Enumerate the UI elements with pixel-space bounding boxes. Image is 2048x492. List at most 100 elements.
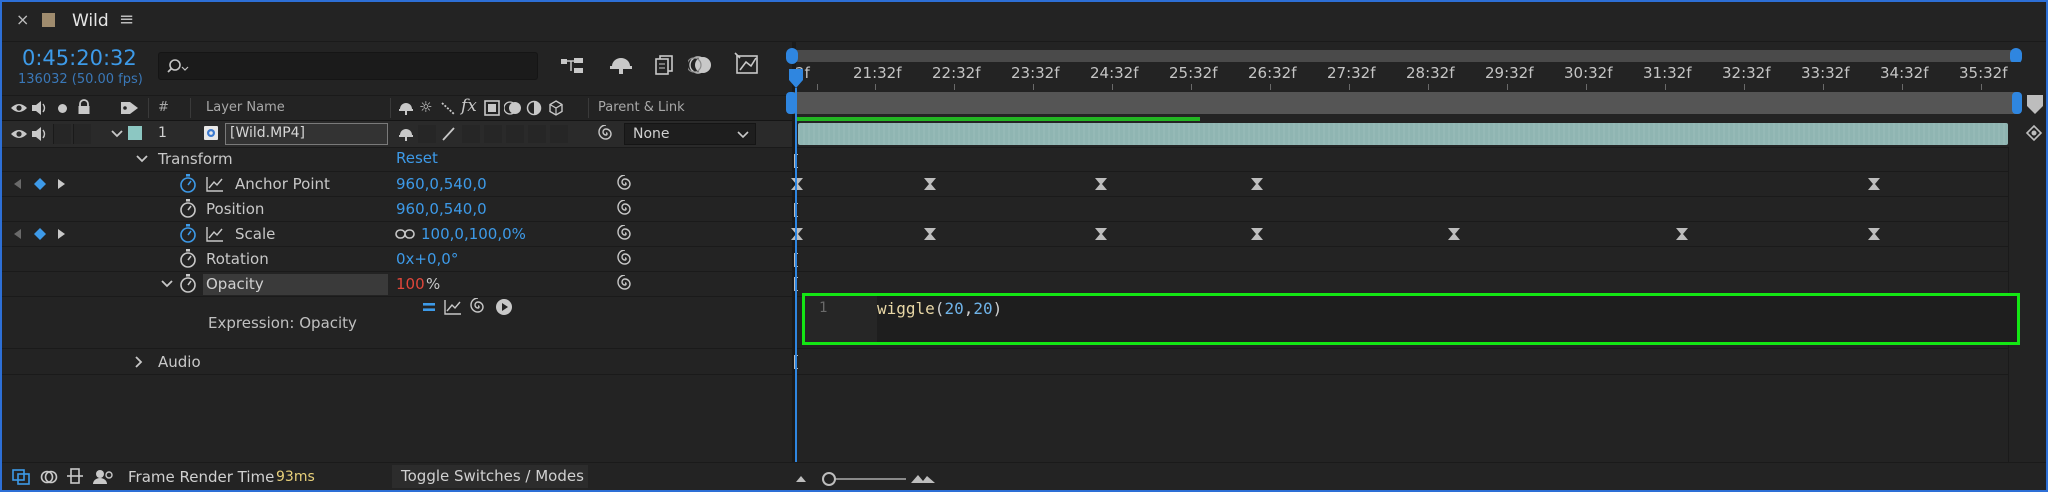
keyframe-marker[interactable] [790, 227, 804, 241]
pick-whip-icon[interactable] [616, 200, 634, 218]
solo-toggle[interactable] [53, 124, 71, 144]
zoom-in-icon[interactable] [910, 472, 936, 484]
pick-whip-icon[interactable] [616, 225, 634, 243]
quality-switch-icon[interactable] [440, 126, 456, 142]
stopwatch-active-icon[interactable] [179, 174, 197, 194]
prev-keyframe-icon[interactable] [12, 178, 22, 190]
composition-tab-title[interactable]: Wild [72, 11, 109, 31]
panel-menu-icon[interactable]: ≡ [119, 9, 134, 30]
shy-switch-icon[interactable] [398, 127, 414, 141]
expression-enable-icon[interactable] [421, 300, 437, 314]
position-value[interactable]: 960,0,540,0 [396, 200, 487, 218]
ruler-tick-mark [817, 84, 818, 90]
graph-editor-icon[interactable] [734, 52, 762, 76]
keyframe-marker[interactable] [1250, 177, 1264, 191]
layer-name-field[interactable]: [Wild.MP4] [225, 123, 388, 145]
keyframe-marker[interactable] [790, 177, 804, 191]
transform-group-label[interactable]: Transform [158, 150, 233, 168]
zoom-out-icon[interactable] [794, 474, 808, 484]
current-time-indicator-head[interactable] [788, 68, 804, 90]
keyframe-marker[interactable] [1094, 227, 1108, 241]
graph-toggle-icon[interactable] [206, 226, 224, 242]
collapse-switch[interactable] [418, 125, 436, 143]
current-time-display[interactable]: 0:45:20:32 [22, 46, 137, 70]
keyframe-marker[interactable] [1867, 227, 1881, 241]
chevron-down-icon[interactable] [110, 129, 124, 139]
chevron-down-icon[interactable] [135, 154, 149, 164]
zoom-out-marker-icon[interactable] [2026, 94, 2044, 116]
layer-name-header[interactable]: Layer Name [206, 100, 285, 115]
motion-blur-switch[interactable] [506, 125, 524, 143]
render-time-pane-icon[interactable] [92, 469, 114, 485]
keyframe-marker[interactable] [1867, 177, 1881, 191]
layer-label-color[interactable] [128, 126, 142, 140]
in-out-pane-icon[interactable] [66, 468, 84, 484]
shy-layers-icon[interactable] [608, 54, 634, 76]
pick-whip-icon[interactable] [616, 175, 634, 193]
expression-editor[interactable]: 1 wiggle(20,20) [802, 293, 2020, 345]
layer-search-input[interactable] [158, 52, 538, 80]
expression-code-line[interactable]: wiggle(20,20) [877, 299, 1002, 318]
work-area-bar[interactable] [792, 50, 2016, 62]
motion-blur-icon[interactable] [688, 54, 714, 76]
keyframe-marker[interactable] [1250, 227, 1264, 241]
keyframe-marker[interactable] [1675, 227, 1689, 241]
keyframe-marker[interactable] [923, 177, 937, 191]
chevron-down-icon[interactable] [160, 279, 174, 289]
row-divider [2, 147, 792, 148]
3d-switch[interactable] [550, 125, 568, 143]
pick-whip-icon[interactable] [616, 275, 634, 293]
position-label: Position [206, 200, 265, 218]
audio-group-label[interactable]: Audio [158, 353, 201, 371]
rotation-value[interactable]: 0x+0,0° [396, 250, 458, 268]
pick-whip-icon[interactable] [597, 125, 615, 143]
navigator-end-handle[interactable] [2012, 92, 2022, 114]
frame-blend-switch[interactable] [484, 125, 502, 143]
chevron-right-icon[interactable] [134, 355, 144, 369]
next-keyframe-icon[interactable] [57, 228, 67, 240]
toggle-switches-modes-button[interactable]: Toggle Switches / Modes [392, 465, 588, 488]
pick-whip-icon[interactable] [616, 250, 634, 268]
comp-button-icon[interactable] [2024, 123, 2044, 143]
footage-file-icon [204, 126, 218, 140]
timeline-row-divider [796, 374, 2008, 375]
keyframe-marker[interactable] [923, 227, 937, 241]
composition-flowchart-icon[interactable] [560, 54, 586, 76]
parent-dropdown[interactable]: None [624, 123, 756, 145]
add-keyframe-icon[interactable] [33, 177, 47, 191]
stopwatch-icon[interactable] [179, 274, 197, 294]
audio-speaker-icon[interactable] [31, 126, 49, 142]
zoom-slider-track[interactable] [826, 478, 906, 480]
anchor-point-value[interactable]: 960,0,540,0 [396, 175, 487, 193]
expression-graph-icon[interactable] [444, 299, 462, 315]
video-eye-icon[interactable] [10, 127, 28, 141]
transfer-controls-pane-icon[interactable] [40, 469, 58, 485]
prev-keyframe-icon[interactable] [12, 228, 22, 240]
ruler-tick-label: 30:32f [1564, 64, 1613, 82]
effects-switch[interactable] [462, 125, 480, 143]
stopwatch-icon[interactable] [179, 249, 197, 269]
zoom-slider-thumb[interactable] [822, 472, 836, 486]
expression-pick-whip-icon[interactable] [469, 298, 487, 316]
row-divider [2, 196, 792, 197]
keyframe-marker[interactable] [1094, 177, 1108, 191]
keyframe-marker[interactable] [1447, 227, 1461, 241]
close-tab-icon[interactable]: × [16, 10, 29, 29]
lock-toggle[interactable] [73, 124, 91, 144]
scale-value[interactable]: 100,0,100,0% [421, 225, 526, 243]
expression-language-menu-icon[interactable] [495, 298, 513, 316]
stopwatch-icon[interactable] [179, 199, 197, 219]
constrain-proportions-icon[interactable] [395, 228, 415, 240]
graph-toggle-icon[interactable] [206, 176, 224, 192]
layer-switches-pane-icon[interactable] [12, 469, 30, 485]
adjustment-switch[interactable] [528, 125, 546, 143]
time-navigator-bar[interactable] [792, 92, 2016, 114]
stopwatch-active-icon[interactable] [179, 224, 197, 244]
transform-reset-link[interactable]: Reset [396, 149, 438, 167]
frame-blending-icon[interactable] [650, 54, 676, 76]
opacity-value[interactable]: 100 [396, 275, 425, 293]
next-keyframe-icon[interactable] [57, 178, 67, 190]
layer-duration-bar[interactable] [798, 123, 2008, 145]
add-keyframe-icon[interactable] [33, 227, 47, 241]
parent-link-header[interactable]: Parent & Link [598, 100, 685, 115]
